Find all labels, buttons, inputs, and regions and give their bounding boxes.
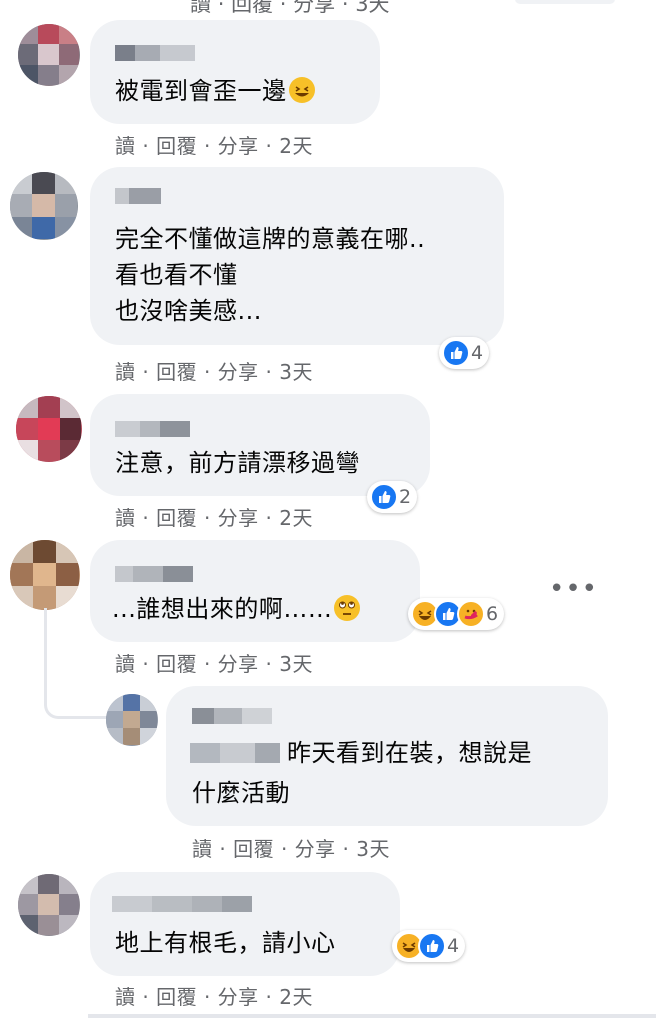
avatar[interactable] bbox=[16, 396, 82, 462]
avatar[interactable] bbox=[18, 874, 80, 936]
reply-text-line: 昨天看到在裝，想說是 bbox=[287, 739, 532, 767]
comment-actions: 讀 · 回覆 · 分享 · 3天 bbox=[115, 648, 313, 677]
share-link[interactable]: 分享 bbox=[218, 502, 259, 531]
avatar[interactable] bbox=[18, 24, 80, 86]
read-link[interactable]: 讀 bbox=[190, 0, 211, 16]
reaction-summary[interactable]: 6 bbox=[408, 598, 505, 630]
comment-text: 地上有根毛，請小心 bbox=[115, 929, 336, 957]
comment-actions: 讀 · 回覆 · 分享 · 2天 bbox=[115, 502, 313, 531]
read-link[interactable]: 讀 bbox=[115, 356, 136, 385]
like-icon bbox=[370, 483, 398, 511]
top-actions-row: 讀 · 回覆 · 分享 · 3天 bbox=[190, 0, 390, 18]
share-link[interactable]: 分享 bbox=[293, 0, 335, 16]
commenter-name[interactable] bbox=[112, 896, 252, 912]
comment-text-line: 也沒啥美感... bbox=[115, 297, 262, 325]
comment-actions: 讀 · 回覆 · 分享 · 3天 bbox=[115, 356, 313, 385]
laughing-emoji-icon bbox=[288, 77, 315, 103]
timestamp[interactable]: 2天 bbox=[279, 981, 313, 1010]
reaction-summary[interactable]: 4 bbox=[439, 337, 490, 369]
reply-actions: 讀 · 回覆 · 分享 · 3天 bbox=[192, 833, 390, 862]
read-link[interactable]: 讀 bbox=[115, 648, 136, 677]
timestamp[interactable]: 2天 bbox=[279, 130, 313, 159]
commenter-name[interactable] bbox=[115, 566, 193, 582]
read-link[interactable]: 讀 bbox=[115, 981, 136, 1010]
timestamp[interactable]: 3天 bbox=[355, 0, 389, 16]
comment-actions: 讀 · 回覆 · 分享 · 2天 bbox=[115, 981, 313, 1010]
reply-link[interactable]: 回覆 bbox=[233, 833, 274, 862]
commenter-name[interactable] bbox=[192, 708, 272, 724]
reaction-count: 4 bbox=[447, 935, 460, 957]
reaction-count: 6 bbox=[486, 603, 499, 625]
reaction-summary[interactable]: 2 bbox=[367, 481, 418, 513]
commenter-name[interactable] bbox=[115, 188, 161, 204]
reply-link[interactable]: 回覆 bbox=[231, 0, 273, 16]
share-link[interactable]: 分享 bbox=[295, 833, 336, 862]
comment-actions: 讀 · 回覆 · 分享 · 2天 bbox=[115, 130, 313, 159]
rolling-eyes-emoji-icon bbox=[334, 595, 361, 621]
read-link[interactable]: 讀 bbox=[115, 130, 136, 159]
share-link[interactable]: 分享 bbox=[218, 648, 259, 677]
avatar[interactable] bbox=[10, 540, 80, 610]
comment-text-line: 看也看不懂 bbox=[115, 261, 238, 289]
avatar[interactable] bbox=[10, 172, 78, 240]
timestamp[interactable]: 3天 bbox=[279, 648, 313, 677]
like-icon bbox=[418, 932, 446, 960]
timestamp[interactable]: 3天 bbox=[279, 356, 313, 385]
reply-link[interactable]: 回覆 bbox=[156, 356, 197, 385]
read-link[interactable]: 讀 bbox=[192, 833, 213, 862]
reply-link[interactable]: 回覆 bbox=[156, 981, 197, 1010]
timestamp[interactable]: 2天 bbox=[279, 502, 313, 531]
share-link[interactable]: 分享 bbox=[218, 356, 259, 385]
reaction-count: 4 bbox=[471, 342, 484, 364]
comment-text: 被電到會歪一邊 bbox=[115, 74, 315, 109]
read-link[interactable]: 讀 bbox=[115, 502, 136, 531]
commenter-name[interactable] bbox=[115, 45, 195, 61]
like-icon bbox=[442, 339, 470, 367]
timestamp[interactable]: 3天 bbox=[356, 833, 390, 862]
reply-thread-connector bbox=[44, 608, 109, 719]
divider bbox=[88, 1014, 656, 1018]
avatar[interactable] bbox=[106, 694, 158, 746]
reaction-summary[interactable]: 4 bbox=[392, 930, 466, 962]
commenter-name[interactable] bbox=[115, 421, 190, 437]
share-link[interactable]: 分享 bbox=[218, 130, 259, 159]
comment-text-line: 完全不懂做這牌的意義在哪.. bbox=[115, 225, 426, 253]
reply-link[interactable]: 回覆 bbox=[156, 130, 197, 159]
comment-text: 注意，前方請漂移過彎 bbox=[115, 449, 360, 477]
previous-bubble-edge bbox=[515, 0, 615, 4]
share-link[interactable]: 分享 bbox=[218, 981, 259, 1010]
reply-link[interactable]: 回覆 bbox=[156, 502, 197, 531]
reply-text-line: 什麼活動 bbox=[192, 779, 290, 807]
care-icon bbox=[457, 600, 485, 628]
mentioned-name-tag[interactable] bbox=[190, 743, 280, 763]
reaction-count: 2 bbox=[399, 486, 412, 508]
reply-link[interactable]: 回覆 bbox=[156, 648, 197, 677]
comment-text: ...誰想出來的啊…… bbox=[112, 592, 361, 627]
more-options-icon[interactable]: ••• bbox=[549, 574, 598, 604]
